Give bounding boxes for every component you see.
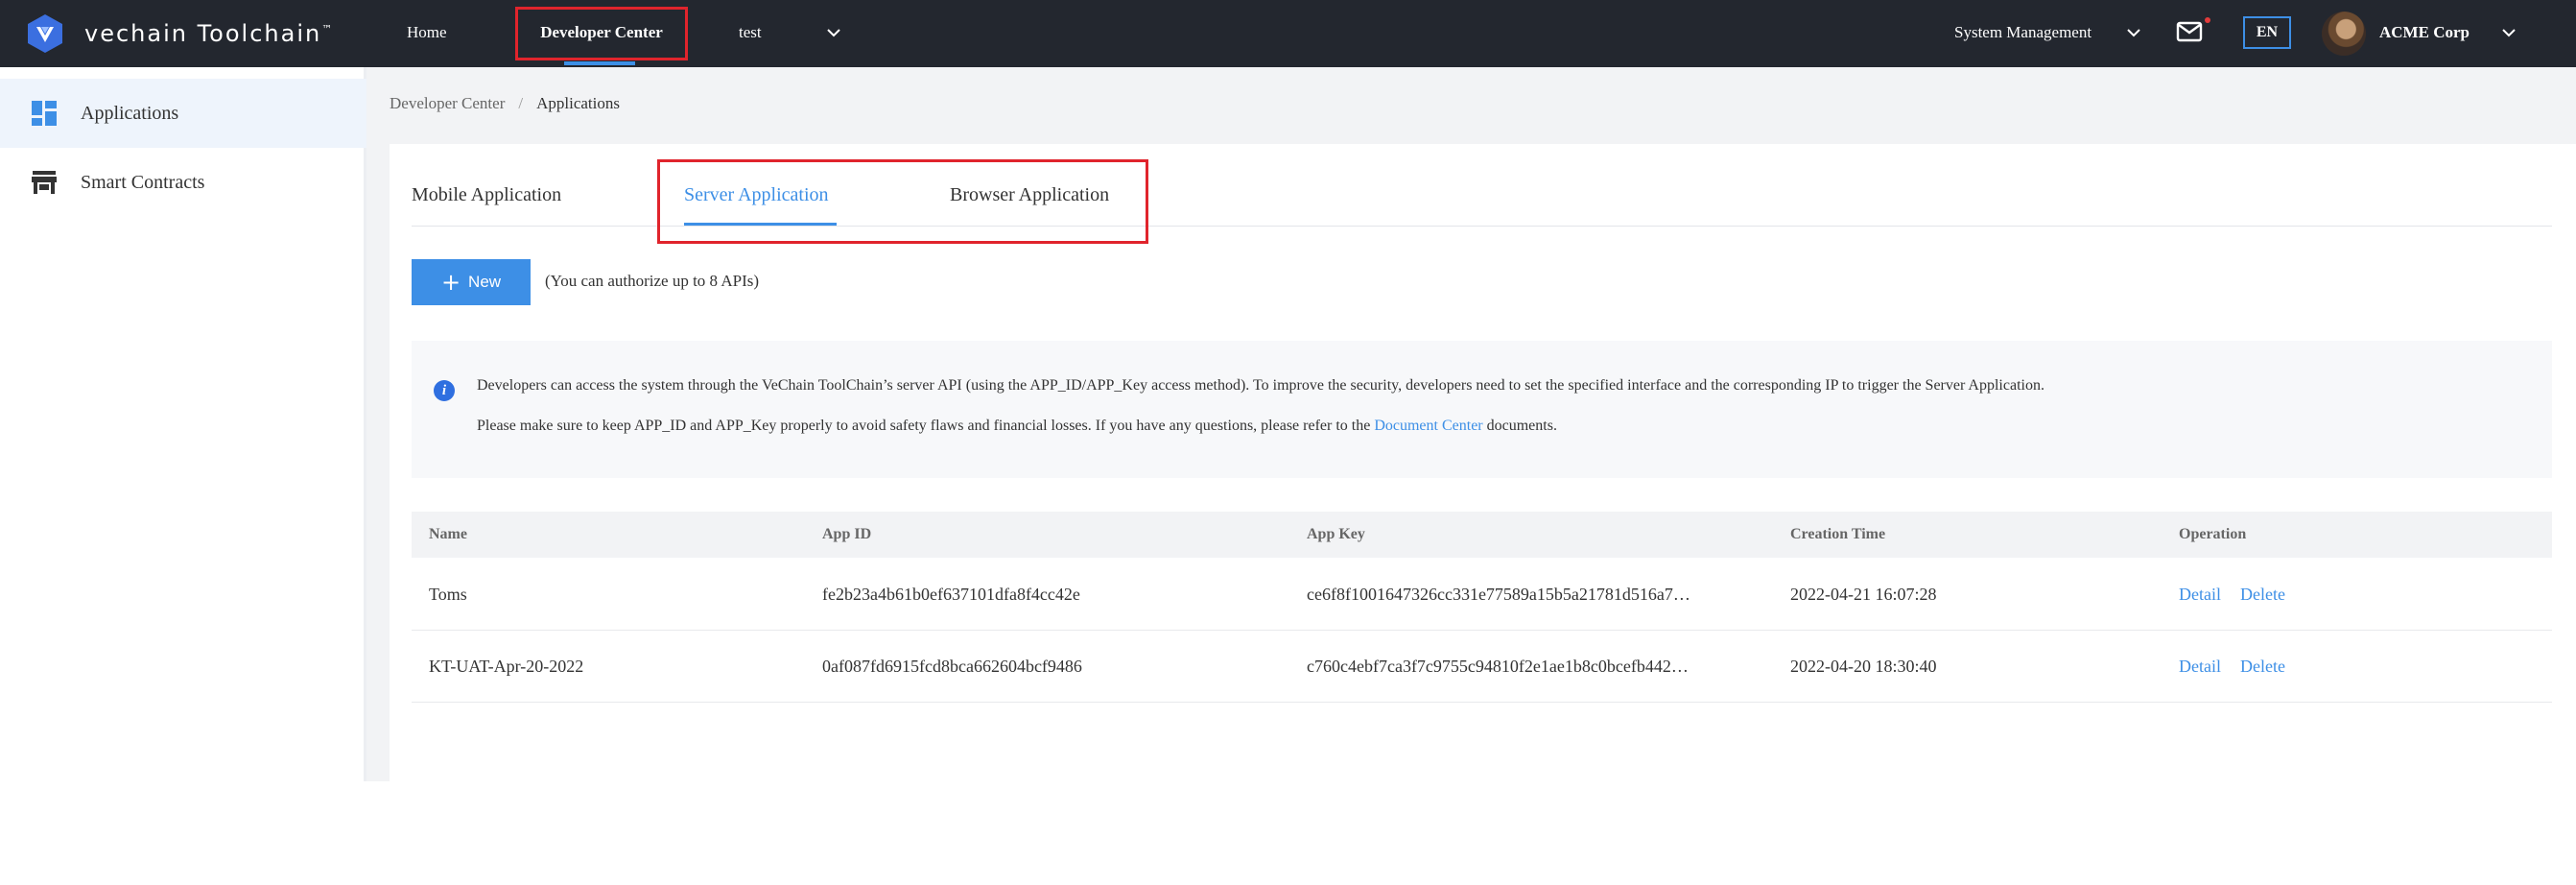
logo-text: vechain Toolchain™ xyxy=(84,20,333,47)
table-row: Toms fe2b23a4b61b0ef637101dfa8f4cc42e ce… xyxy=(412,559,2552,631)
user-name[interactable]: ACME Corp xyxy=(2379,0,2470,67)
info-icon: i xyxy=(434,380,455,401)
detail-link[interactable]: Detail xyxy=(2179,657,2221,676)
table-header: Name App ID App Key Creation Time Operat… xyxy=(412,512,2552,558)
cell-app-key: ce6f8f1001647326cc331e77589a15b5a21781d5… xyxy=(1307,585,1690,604)
chevron-down-icon[interactable] xyxy=(827,26,840,39)
breadcrumb-current: Applications xyxy=(536,94,620,112)
nav-developer-center[interactable]: Developer Center xyxy=(516,0,687,67)
nav-home[interactable]: Home xyxy=(407,0,447,67)
sidebar-item-label: Applications xyxy=(81,102,179,124)
active-nav-indicator xyxy=(564,61,635,65)
tab-mobile-application[interactable]: Mobile Application xyxy=(412,184,561,206)
new-button-label: New xyxy=(468,273,502,291)
detail-link[interactable]: Detail xyxy=(2179,585,2221,604)
cell-operation: Detail Delete xyxy=(2179,631,2467,703)
document-center-link[interactable]: Document Center xyxy=(1374,418,1482,434)
cell-creation-time: 2022-04-20 18:30:40 xyxy=(1790,657,1937,676)
column-header-operation: Operation xyxy=(2179,526,2247,542)
mail-icon[interactable] xyxy=(2176,20,2205,43)
column-header-app-id: App ID xyxy=(822,526,872,542)
column-header-app-key: App Key xyxy=(1307,526,1365,542)
info-notice: i Developers can access the system throu… xyxy=(412,341,2552,478)
dashboard-icon xyxy=(32,101,57,126)
table-row: KT-UAT-Apr-20-2022 0af087fd6915fcd8bca66… xyxy=(412,631,2552,703)
info-text-line-2: Please make sure to keep APP_ID and APP_… xyxy=(477,418,1557,434)
api-limit-hint: (You can authorize up to 8 APIs) xyxy=(545,272,760,290)
delete-link[interactable]: Delete xyxy=(2240,585,2285,604)
sidebar-item-smart-contracts[interactable]: Smart Contracts xyxy=(0,148,366,217)
tabs-divider xyxy=(412,226,2552,227)
cell-app-id: fe2b23a4b61b0ef637101dfa8f4cc42e xyxy=(822,585,1080,604)
sidebar: Applications Smart Contracts xyxy=(0,67,369,781)
language-switch[interactable]: EN xyxy=(2243,16,2291,49)
cell-operation: Detail Delete xyxy=(2179,559,2467,631)
system-management-menu[interactable]: System Management xyxy=(1954,0,2092,67)
chevron-down-icon[interactable] xyxy=(2127,26,2140,39)
cell-app-id: 0af087fd6915fcd8bca662604bcf9486 xyxy=(822,657,1082,676)
cell-app-key: c760c4ebf7ca3f7c9755c94810f2e1ae1b8c0bce… xyxy=(1307,657,1689,676)
top-navigation-bar: vechain Toolchain™ Home Developer Center… xyxy=(0,0,2576,67)
cell-name: Toms xyxy=(429,585,467,604)
vechain-toolchain-logo[interactable]: vechain Toolchain™ xyxy=(27,13,332,54)
sidebar-item-applications[interactable]: Applications xyxy=(0,79,369,148)
info-text-line-1: Developers can access the system through… xyxy=(477,377,2044,394)
breadcrumb-developer-center[interactable]: Developer Center xyxy=(390,94,505,112)
sidebar-item-label: Smart Contracts xyxy=(81,171,205,193)
tab-server-application[interactable]: Server Application xyxy=(684,184,829,206)
delete-link[interactable]: Delete xyxy=(2240,657,2285,676)
avatar[interactable] xyxy=(2322,12,2366,56)
breadcrumb-separator: / xyxy=(518,94,524,112)
cell-creation-time: 2022-04-21 16:07:28 xyxy=(1790,585,1937,604)
plus-icon: + xyxy=(440,269,461,296)
notification-dot xyxy=(2205,17,2210,23)
breadcrumb: Developer Center / Applications xyxy=(390,94,620,113)
column-header-name: Name xyxy=(429,526,467,542)
vechain-logo-icon xyxy=(28,14,62,53)
store-icon xyxy=(32,171,57,194)
column-header-creation-time: Creation Time xyxy=(1790,526,1886,542)
chevron-down-icon[interactable] xyxy=(2502,26,2516,39)
cell-name: KT-UAT-Apr-20-2022 xyxy=(429,657,584,676)
tab-browser-application[interactable]: Browser Application xyxy=(950,184,1109,206)
project-selector[interactable]: test xyxy=(739,0,762,67)
new-application-button[interactable]: + New xyxy=(412,259,531,305)
